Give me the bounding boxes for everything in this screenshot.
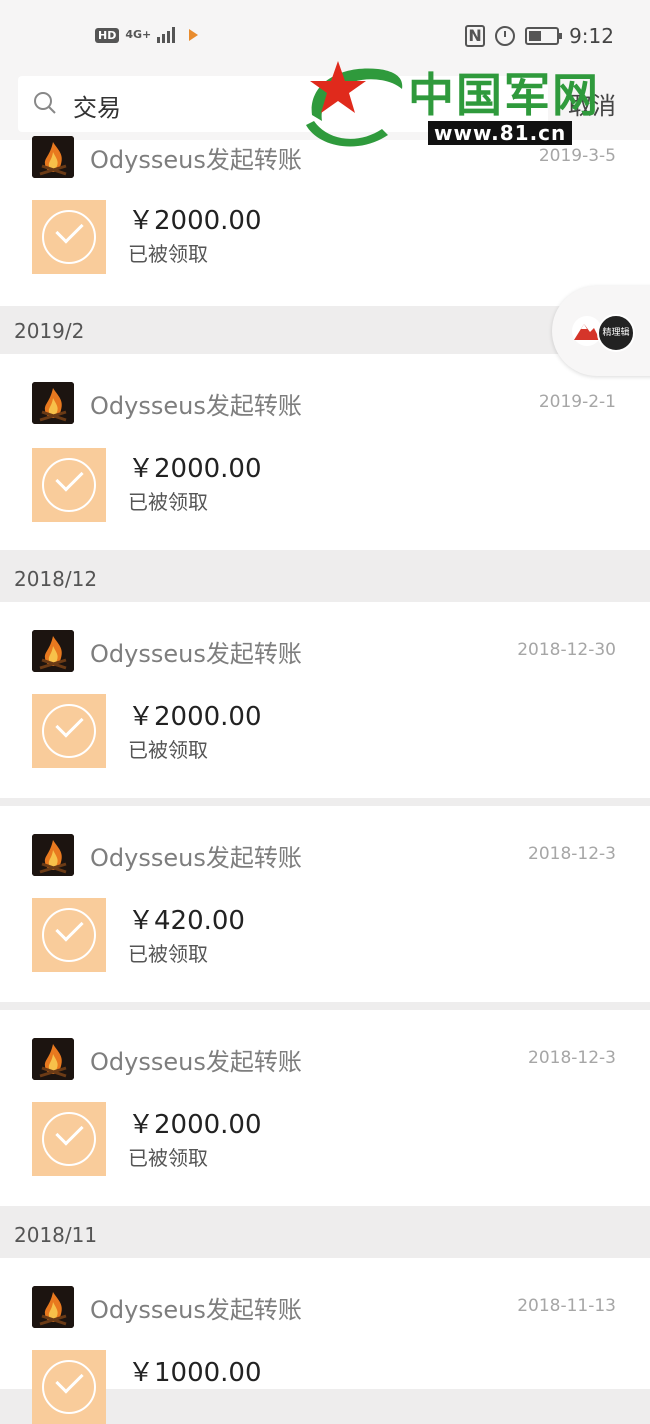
watermark-url: www.81.cn xyxy=(428,121,573,145)
transfer-title: Odysseus发起转账 xyxy=(90,1296,302,1324)
transfer-card[interactable]: Odysseus发起转账 2018-12-30 ￥2000.00 已被领取 xyxy=(0,602,650,798)
transfer-date: 2018-12-3 xyxy=(528,844,616,864)
received-badge xyxy=(32,898,106,972)
transfer-card[interactable]: Odysseus发起转账 2018-12-3 ￥2000.00 已被领取 xyxy=(0,1010,650,1206)
transfer-date: 2018-11-13 xyxy=(517,1296,616,1316)
transfer-title: Odysseus发起转账 xyxy=(90,392,302,420)
transfer-amount: ￥2000.00 xyxy=(128,454,262,484)
alarm-icon xyxy=(495,26,516,46)
transfer-card[interactable]: Odysseus发起转账 2018-12-3 ￥420.00 已被领取 xyxy=(0,806,650,1002)
status-right: N 9:12 xyxy=(465,24,614,48)
search-icon xyxy=(34,92,56,114)
received-badge xyxy=(32,694,106,768)
search-query: 交易 xyxy=(73,94,121,122)
transfer-date: 2019-2-1 xyxy=(538,392,616,412)
transfer-amount: ￥2000.00 xyxy=(128,702,262,732)
month-label: 2018/12 xyxy=(14,567,98,591)
signal-icon xyxy=(157,27,176,43)
received-badge xyxy=(32,1102,106,1176)
avatar xyxy=(32,382,74,424)
transfer-status: 已被领取 xyxy=(128,490,208,514)
floating-button-label: 精理辑 xyxy=(597,314,635,352)
avatar xyxy=(32,630,74,672)
received-badge xyxy=(32,448,106,522)
month-header: 2018/11 xyxy=(0,1212,650,1258)
army-star-icon xyxy=(306,61,403,147)
avatar xyxy=(32,136,74,178)
avatar xyxy=(32,834,74,876)
received-badge xyxy=(32,200,106,274)
avatar xyxy=(32,1286,74,1328)
avatar xyxy=(32,1038,74,1080)
nfc-icon: N xyxy=(465,25,486,47)
transfer-title: Odysseus发起转账 xyxy=(90,640,302,668)
month-label: 2018/11 xyxy=(14,1223,98,1247)
play-icon xyxy=(189,29,199,41)
transfer-status: 已被领取 xyxy=(128,942,208,966)
transfer-title: Odysseus发起转账 xyxy=(90,1048,302,1076)
transfer-status: 已被领取 xyxy=(128,242,208,266)
transfer-date: 2018-12-30 xyxy=(517,640,616,660)
hd-indicator: HD xyxy=(95,27,120,43)
battery-icon xyxy=(525,27,563,45)
transfer-card[interactable]: Odysseus发起转账 2018-11-13 ￥1000.00 xyxy=(0,1258,650,1424)
transfer-title: Odysseus发起转账 xyxy=(90,844,302,872)
month-label: 2019/2 xyxy=(14,319,85,343)
transfer-amount: ￥1000.00 xyxy=(128,1358,262,1388)
received-badge xyxy=(32,1350,106,1424)
transfer-status: 已被领取 xyxy=(128,738,208,762)
floating-button[interactable]: 精理辑 xyxy=(552,286,650,376)
watermark-text: 中国军网 xyxy=(408,68,600,122)
status-time: 9:12 xyxy=(569,24,614,48)
transfer-amount: ￥2000.00 xyxy=(128,206,262,236)
transfer-date: 2018-12-3 xyxy=(528,1048,616,1068)
transfer-amount: ￥2000.00 xyxy=(128,1110,262,1140)
status-left: HD 4G+ xyxy=(95,27,199,43)
transfer-card[interactable]: Odysseus发起转账 2019-2-1 ￥2000.00 已被领取 xyxy=(0,354,650,550)
transfer-amount: ￥420.00 xyxy=(128,906,245,936)
watermark-logo: 中国军网 www.81.cn xyxy=(298,55,628,155)
transfer-title: Odysseus发起转账 xyxy=(90,146,302,174)
transfer-card[interactable]: Odysseus发起转账 2019-3-5 ￥2000.00 已被领取 xyxy=(0,136,650,306)
transfer-status: 已被领取 xyxy=(128,1146,208,1170)
network-indicator: 4G+ xyxy=(125,28,152,41)
month-header: 2018/12 xyxy=(0,556,650,602)
